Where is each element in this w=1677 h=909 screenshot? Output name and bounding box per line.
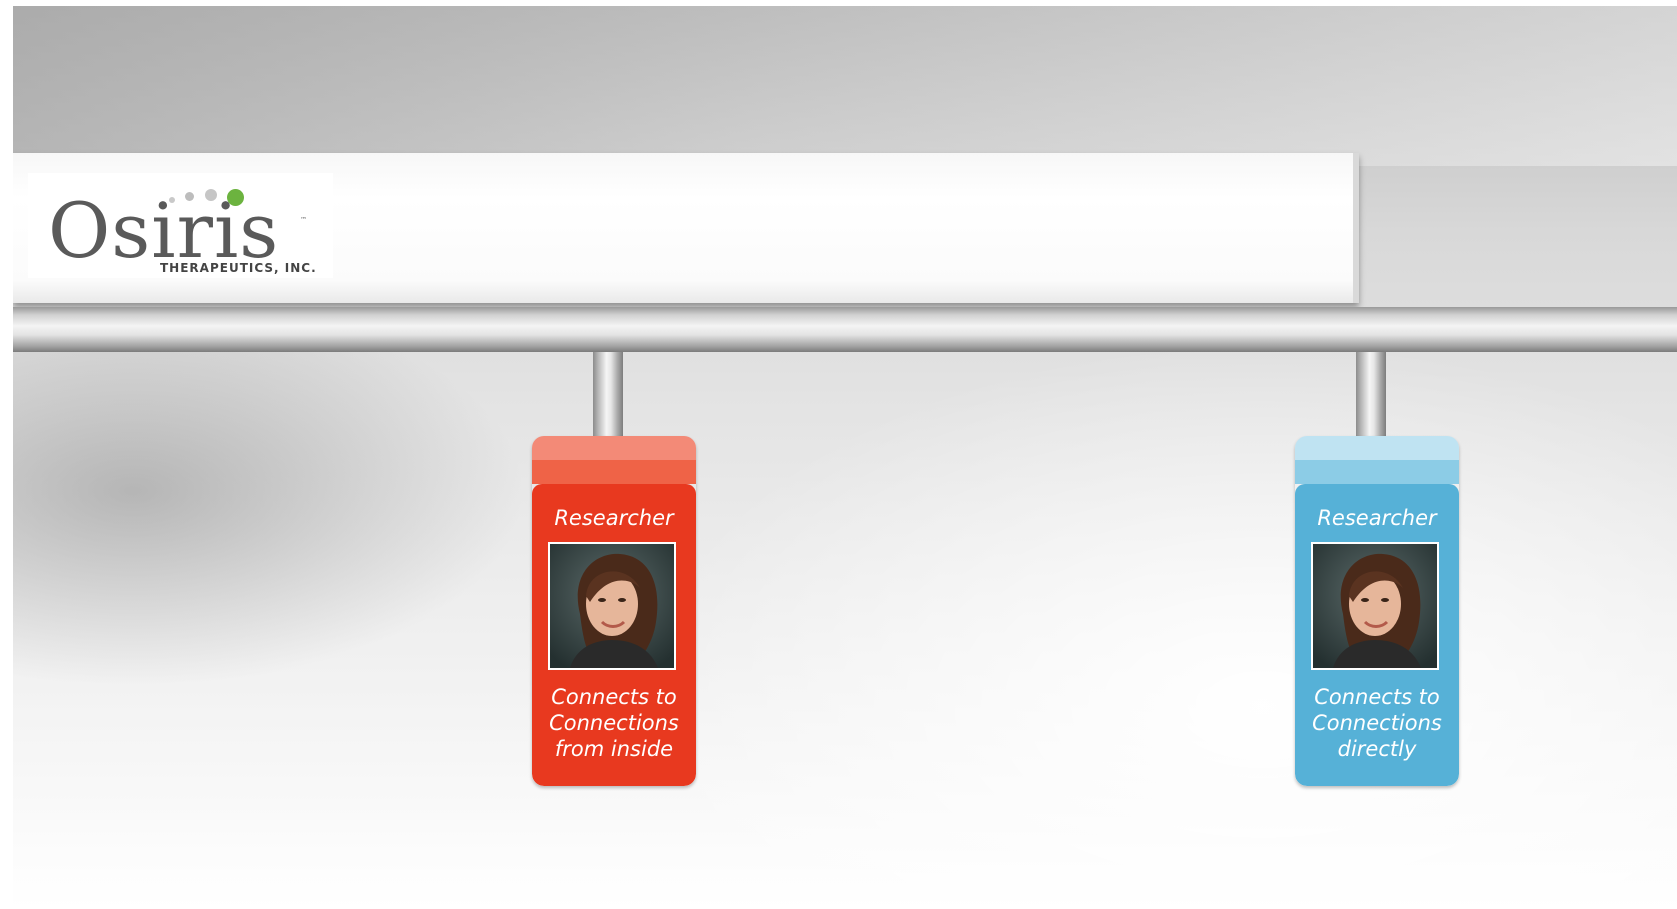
researcher-photo xyxy=(1311,542,1439,670)
connector-pole-researcher-inside xyxy=(593,352,623,442)
logo-subtitle: THERAPEUTICS, INC. xyxy=(160,261,317,275)
card-description-line: from inside xyxy=(554,737,674,761)
logo-trademark: ™ xyxy=(300,216,307,224)
background-glow xyxy=(13,6,1677,166)
card-title: Researcher xyxy=(1317,506,1437,530)
researcher-portrait-icon xyxy=(550,544,674,668)
card-tab-top xyxy=(1295,436,1459,462)
card-tab-top xyxy=(532,436,696,462)
researcher-photo xyxy=(548,542,676,670)
card-description: Connects to Connections from inside xyxy=(532,684,696,762)
logo-wordmark: Osiris xyxy=(48,186,280,275)
card-description-line: Connections xyxy=(549,711,679,735)
connector-rail xyxy=(13,307,1677,352)
card-tab-middle xyxy=(1295,460,1459,484)
diagram-canvas: Osiris ™ THERAPEUTICS, INC. Researcher C… xyxy=(13,6,1677,909)
card-description-line: Connects to xyxy=(1314,685,1440,709)
connector-pole-researcher-direct xyxy=(1356,352,1386,442)
card-description-line: Connections xyxy=(1312,711,1442,735)
researcher-portrait-icon xyxy=(1313,544,1437,668)
card-tab-middle xyxy=(532,460,696,484)
card-title: Researcher xyxy=(554,506,674,530)
researcher-card-direct: Researcher Connects to Connections direc… xyxy=(1295,436,1459,786)
card-description: Connects to Connections directly xyxy=(1295,684,1459,762)
card-description-line: Connects to xyxy=(551,685,677,709)
logo-banner: Osiris ™ THERAPEUTICS, INC. xyxy=(13,153,1359,303)
card-description-line: directly xyxy=(1337,737,1417,761)
researcher-card-inside: Researcher Connects to Connections from … xyxy=(532,436,696,786)
company-logo: Osiris ™ THERAPEUTICS, INC. xyxy=(28,173,333,278)
